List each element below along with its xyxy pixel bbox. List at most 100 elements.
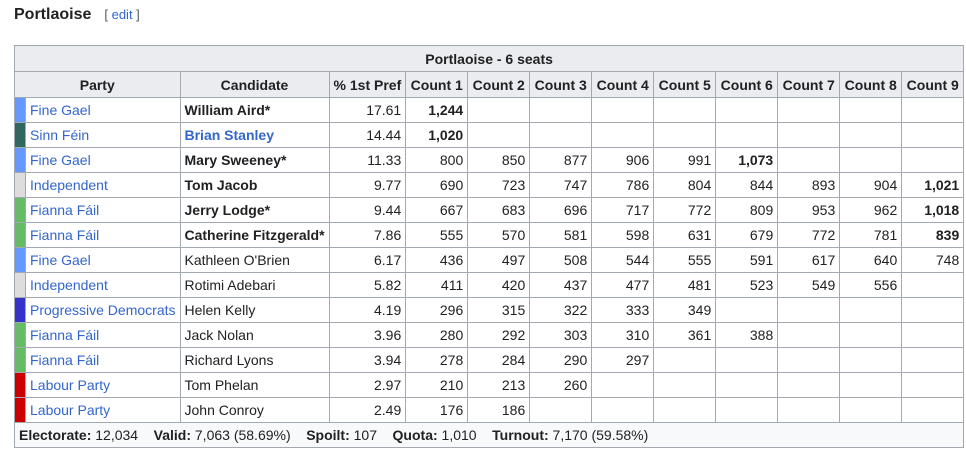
count-cell [839,322,903,348]
count-cell [777,397,841,423]
count-cell [901,372,965,398]
count-cell: 800 [405,147,469,173]
count-cell: 1,073 [715,147,779,173]
table-row: Fianna Fáil Jerry Lodge* 9.44 667 683 696 717 7… [14,197,965,223]
count-cell: 176 [405,397,469,423]
party-cell: Labour Party [25,397,181,423]
party-color-swatch [14,222,26,248]
table-row: Fianna Fáil Richard Lyons 3.94 278 284 290 297 [14,347,965,373]
column-header: Count 4 [591,71,655,98]
party-link[interactable]: Independent [30,177,108,193]
candidate-cell[interactable]: Brian Stanley [179,122,330,148]
party-link[interactable]: Fianna Fáil [30,327,99,343]
count-cell [653,97,717,123]
count-cell: 497 [467,247,531,273]
count-cell [653,372,717,398]
count-cell: 555 [405,222,469,248]
count-cell: 420 [467,272,531,298]
count-cell [901,272,965,298]
first-pref-pct-cell: 11.33 [328,147,407,173]
count-cell: 260 [529,372,593,398]
count-cell [777,322,841,348]
party-link[interactable]: Labour Party [30,377,110,393]
count-cell [901,147,965,173]
party-link[interactable]: Fine Gael [30,152,91,168]
count-cell [467,122,531,148]
party-link[interactable]: Labour Party [30,402,110,418]
count-cell: 809 [715,197,779,223]
count-cell: 292 [467,322,531,348]
count-cell: 544 [591,247,655,273]
count-cell [715,372,779,398]
count-cell: 333 [591,297,655,323]
party-link[interactable]: Progressive Democrats [30,302,176,318]
count-cell: 284 [467,347,531,373]
results-body: Fine Gael William Aird* 17.61 1,244 Sinn Féi… [14,97,965,423]
count-cell: 747 [529,172,593,198]
footer-label: Spoilt: [306,427,350,443]
count-cell [591,397,655,423]
count-cell: 570 [467,222,531,248]
footer-label: Valid: [153,427,191,443]
count-cell [901,297,965,323]
party-cell: Fianna Fáil [25,222,181,248]
table-row: Fianna Fáil Jack Nolan 3.96 280 292 303 310 361… [14,322,965,348]
count-cell [901,122,965,148]
count-cell: 904 [839,172,903,198]
footer-label: Turnout: [492,427,549,443]
party-color-swatch [14,122,26,148]
edit-link[interactable]: edit [112,7,133,22]
party-link[interactable]: Fianna Fáil [30,227,99,243]
count-cell: 523 [715,272,779,298]
table-caption: Portlaoise - 6 seats [13,45,965,72]
first-pref-pct-cell: 3.96 [328,322,407,348]
count-cell [715,297,779,323]
column-header: Count 8 [839,71,903,98]
count-cell [591,97,655,123]
count-cell [839,372,903,398]
first-pref-pct-cell: 5.82 [328,272,407,298]
count-cell: 303 [529,322,593,348]
party-link[interactable]: Fianna Fáil [30,352,99,368]
party-link[interactable]: Fine Gael [30,252,91,268]
party-cell: Independent [25,272,181,298]
party-color-swatch [14,372,26,398]
count-cell: 186 [467,397,531,423]
count-cell [715,397,779,423]
count-cell [591,122,655,148]
count-cell [839,397,903,423]
count-cell: 481 [653,272,717,298]
count-cell: 1,018 [901,197,965,223]
count-cell [529,122,593,148]
count-cell: 683 [467,197,531,223]
party-link[interactable]: Fianna Fáil [30,202,99,218]
party-color-swatch [14,147,26,173]
first-pref-pct-cell: 2.97 [328,372,407,398]
footer-value: 1,010 [441,427,477,443]
count-cell: 667 [405,197,469,223]
count-cell [529,97,593,123]
count-cell: 477 [591,272,655,298]
candidate-cell: John Conroy [179,397,330,423]
count-cell: 411 [405,272,469,298]
column-header: Count 1 [405,71,469,98]
count-cell: 213 [467,372,531,398]
table-row: Fine Gael Mary Sweeney* 11.33 800 850 877 906 9… [14,147,965,173]
count-cell: 296 [405,297,469,323]
party-link[interactable]: Sinn Féin [30,127,89,143]
count-cell: 953 [777,197,841,223]
party-link[interactable]: Independent [30,277,108,293]
party-link[interactable]: Fine Gael [30,102,91,118]
footer-value: 12,034 [95,427,139,443]
count-cell [777,97,841,123]
first-pref-pct-cell: 6.17 [328,247,407,273]
count-cell [777,372,841,398]
count-cell: 690 [405,172,469,198]
count-cell: 278 [405,347,469,373]
header-row: Party Candidate% 1st Pref Count 1 Count 2 Co… [14,71,965,98]
party-cell: Fianna Fáil [25,347,181,373]
count-cell [653,397,717,423]
first-pref-pct-cell: 14.44 [328,122,407,148]
count-cell: 310 [591,322,655,348]
count-cell: 555 [653,247,717,273]
